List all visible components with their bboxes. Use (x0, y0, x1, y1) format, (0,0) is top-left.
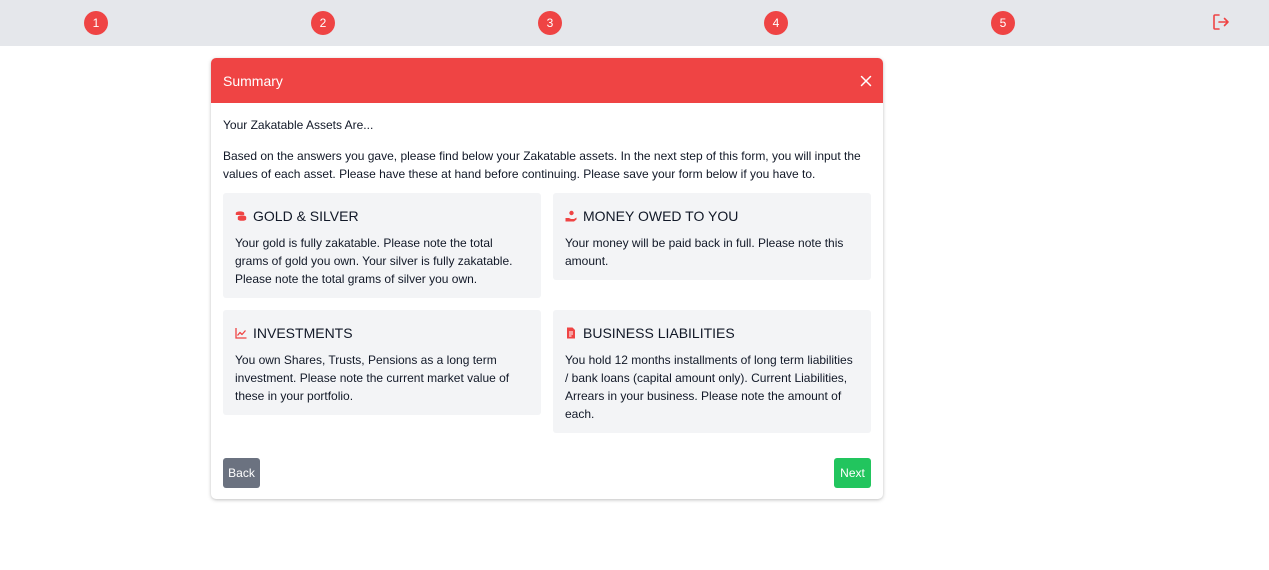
step-5-indicator[interactable]: 5 (991, 11, 1015, 35)
card-description: You own Shares, Trusts, Pensions as a lo… (235, 353, 510, 403)
modal-header: Summary (211, 58, 883, 103)
close-icon[interactable] (860, 75, 872, 87)
modal-title: Summary (223, 73, 283, 89)
step-1-indicator[interactable]: 1 (84, 11, 108, 35)
back-button[interactable]: Back (223, 458, 260, 488)
step-3-indicator[interactable]: 3 (538, 11, 562, 35)
logout-icon[interactable] (1211, 12, 1231, 32)
assets-subtitle: Your Zakatable Assets Are... (223, 118, 374, 132)
card-description: Your money will be paid back in full. Pl… (565, 236, 844, 268)
step-4-indicator[interactable]: 4 (764, 11, 788, 35)
asset-card-money-owed: MONEY OWED TO YOU Your money will be pai… (553, 193, 871, 280)
summary-modal: Summary Your Zakatable Assets Are... Bas… (211, 58, 883, 499)
hand-holding-money-icon (565, 210, 577, 222)
asset-card-investments: INVESTMENTS You own Shares, Trusts, Pens… (223, 310, 541, 415)
card-title: MONEY OWED TO YOU (583, 208, 739, 224)
intro-paragraph: Based on the answers you gave, please fi… (223, 149, 861, 181)
coins-icon (235, 211, 247, 221)
card-title: GOLD & SILVER (253, 208, 359, 224)
asset-card-business-liabilities: BUSINESS LIABILITIES You hold 12 months … (553, 310, 871, 433)
card-title: BUSINESS LIABILITIES (583, 325, 735, 341)
step-2-indicator[interactable]: 2 (311, 11, 335, 35)
card-description: Your gold is fully zakatable. Please not… (235, 236, 513, 286)
invoice-icon (567, 327, 575, 339)
asset-card-gold-silver: GOLD & SILVER Your gold is fully zakatab… (223, 193, 541, 298)
next-button[interactable]: Next (834, 458, 871, 488)
card-description: You hold 12 months installments of long … (565, 353, 853, 421)
top-step-bar: 1 2 3 4 5 (0, 0, 1269, 46)
chart-line-icon (235, 328, 247, 339)
card-title: INVESTMENTS (253, 325, 353, 341)
